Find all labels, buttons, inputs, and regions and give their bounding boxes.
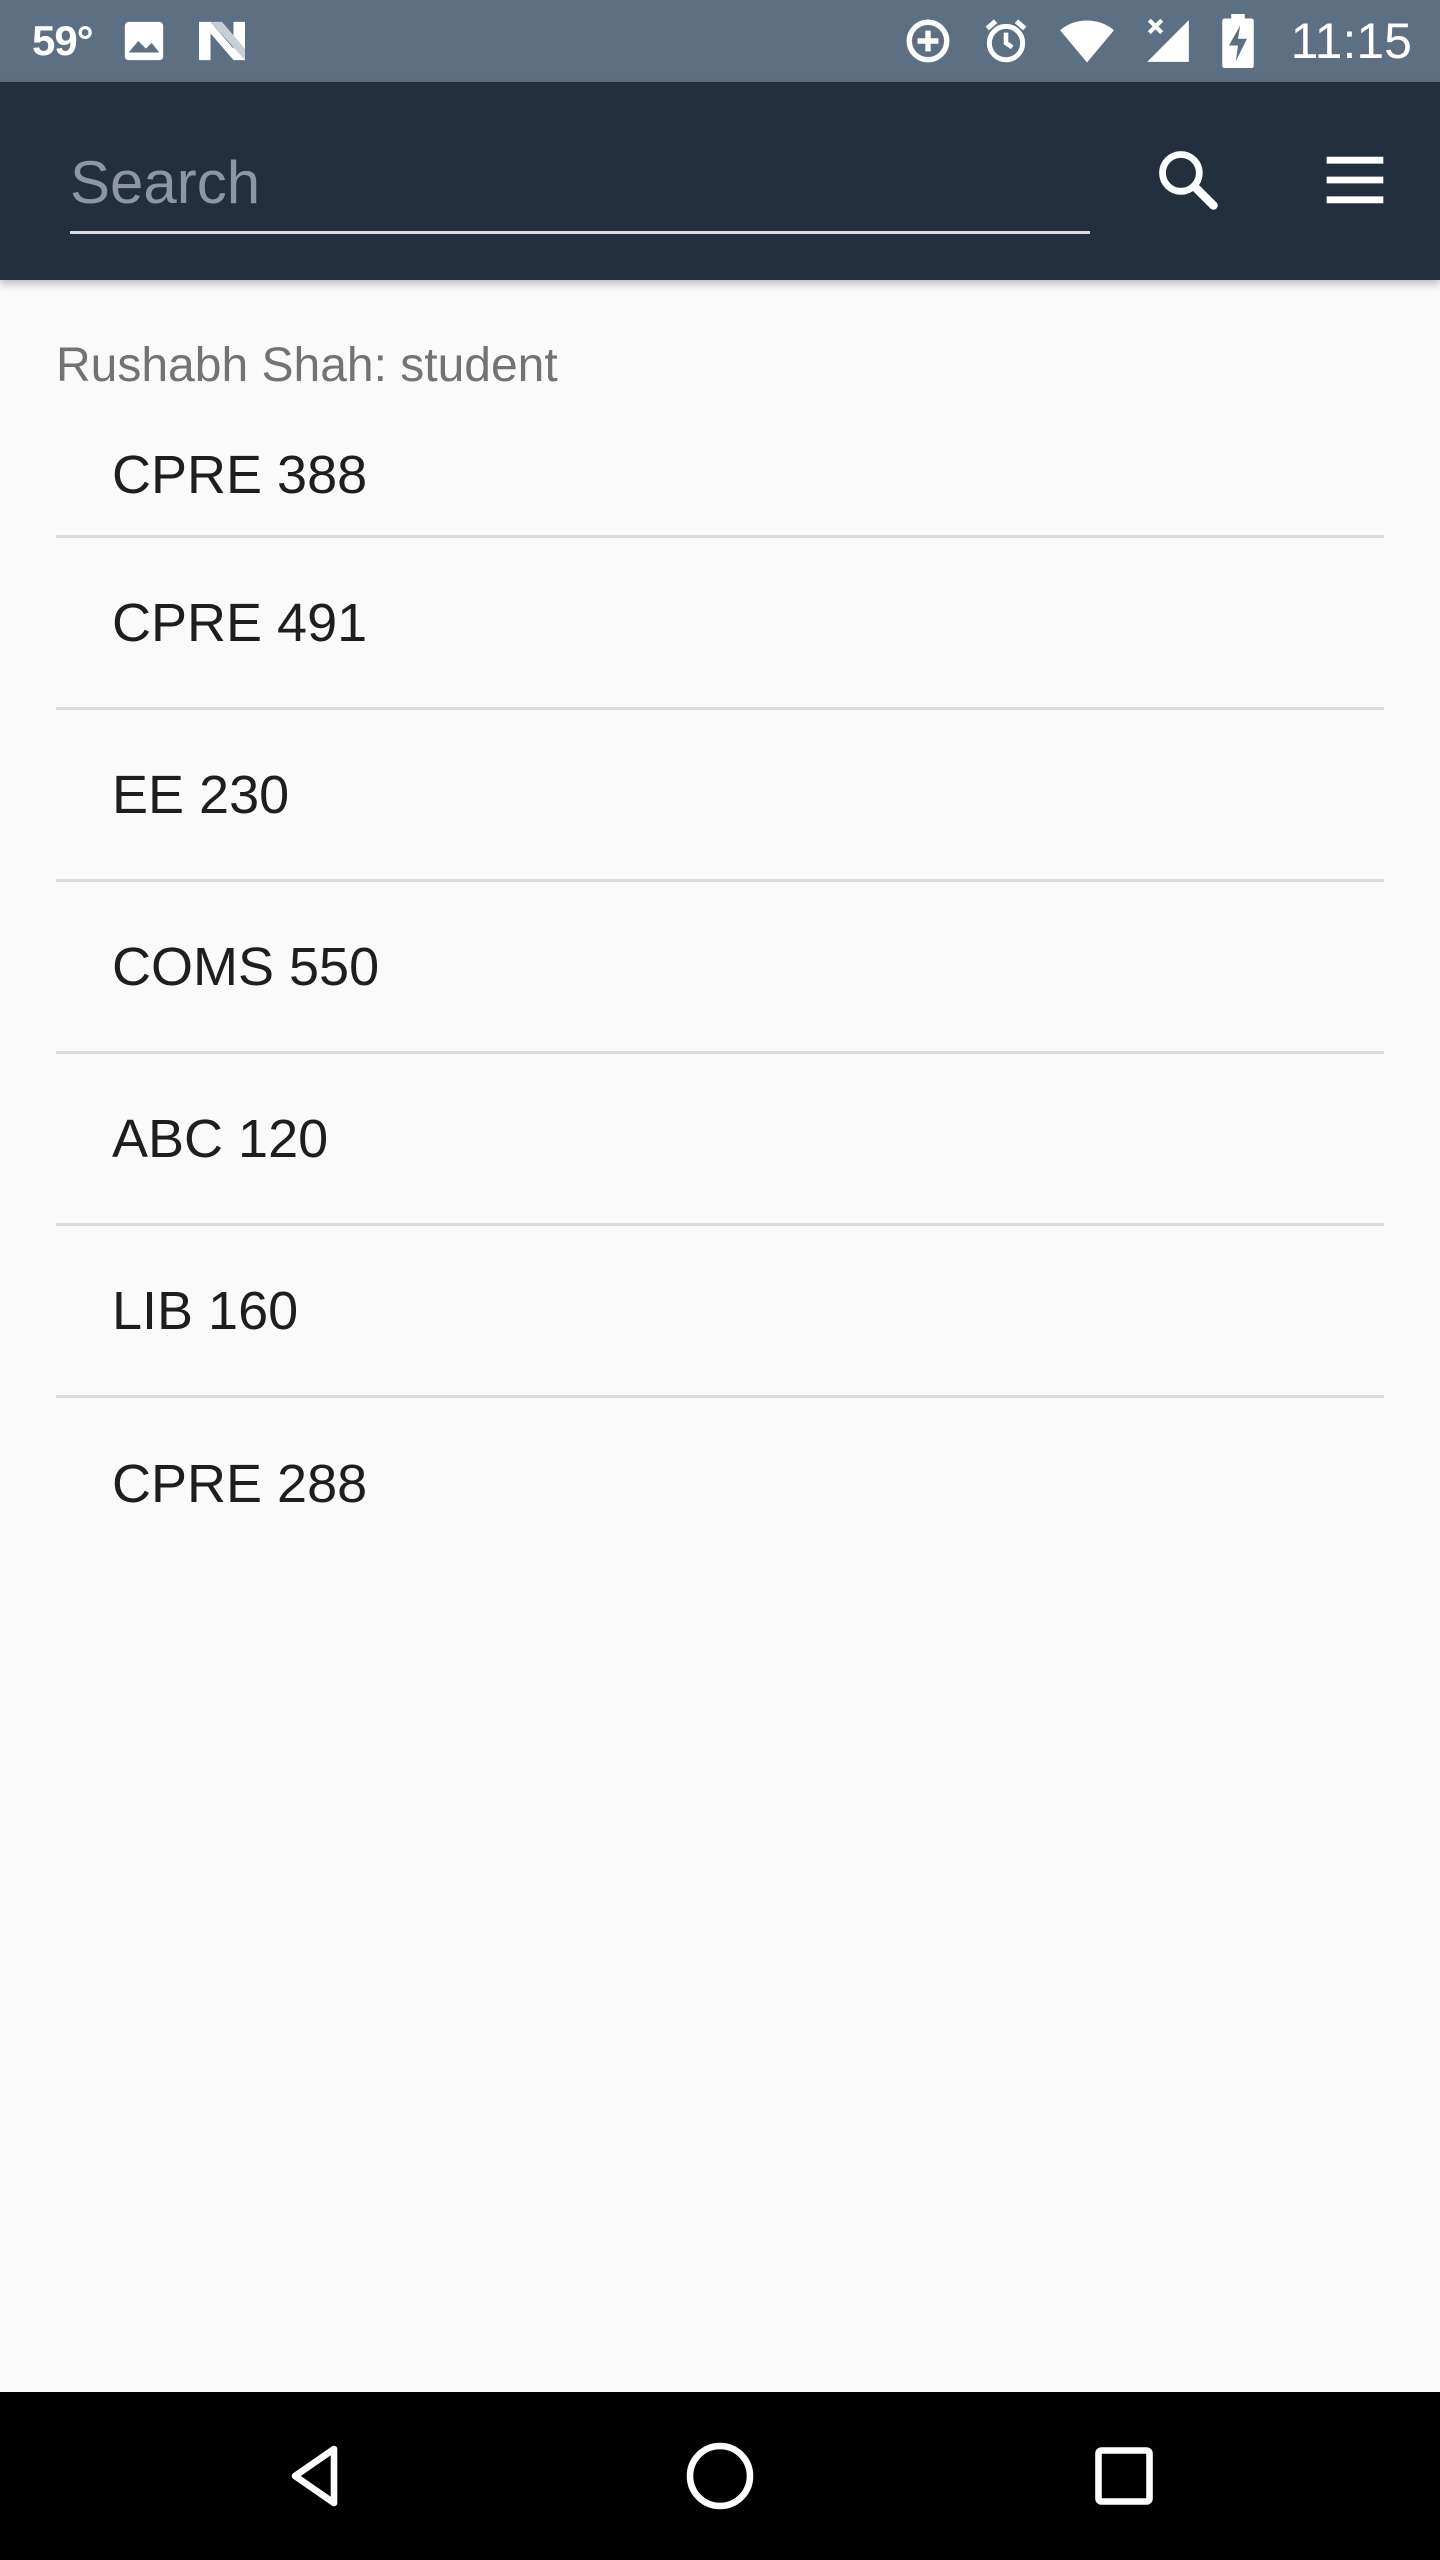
back-icon [291,2445,338,2507]
list-item[interactable]: COMS 550 [56,882,1384,1054]
list-item[interactable]: ABC 120 [56,1054,1384,1226]
alarm-icon [985,19,1026,63]
n-app-icon [198,21,245,61]
home-button[interactable] [670,2426,770,2526]
list-item[interactable]: EE 230 [56,710,1384,882]
list-item[interactable]: LIB 160 [56,1226,1384,1398]
list-item[interactable]: CPRE 491 [56,538,1384,710]
data-saver-icon [906,19,950,63]
course-list: CPRE 388 CPRE 491 EE 230 COMS 550 ABC 12… [56,404,1384,1570]
course-label: CPRE 388 [112,444,368,505]
menu-button[interactable] [1315,140,1395,220]
recents-icon [1095,2447,1153,2505]
course-list-panel: Rushabh Shah: student CPRE 388 CPRE 491 … [56,280,1384,1570]
user-role-header: Rushabh Shah: student [56,339,558,392]
home-icon [686,2442,754,2510]
signal-icon [1146,18,1189,62]
course-label: LIB 160 [112,1280,299,1341]
list-item[interactable]: CPRE 388 [56,404,1384,538]
course-label: ABC 120 [112,1108,329,1169]
menu-icon [1326,156,1384,204]
clock: 11:15 [1290,13,1412,69]
image-icon [124,21,163,61]
search-input[interactable] [70,134,1090,234]
list-item[interactable]: CPRE 288 [56,1398,1384,1570]
course-label: EE 230 [112,764,290,825]
status-bar: 59° 11:15 [0,0,1440,82]
back-button[interactable] [266,2426,366,2526]
battery-charging-icon [1221,14,1254,68]
status-bar-right: 11:15 [903,12,1412,70]
course-label: COMS 550 [112,936,380,997]
course-label: CPRE 491 [112,592,368,653]
recents-button[interactable] [1074,2426,1174,2526]
system-nav-bar [0,2392,1440,2560]
app-bar [0,82,1440,280]
search-button[interactable] [1148,140,1228,220]
course-label: CPRE 288 [112,1454,368,1514]
wifi-icon [1059,20,1114,63]
status-bar-left: 59° [32,17,249,65]
temperature-readout: 59° [32,17,94,64]
search-icon [1159,151,1218,210]
